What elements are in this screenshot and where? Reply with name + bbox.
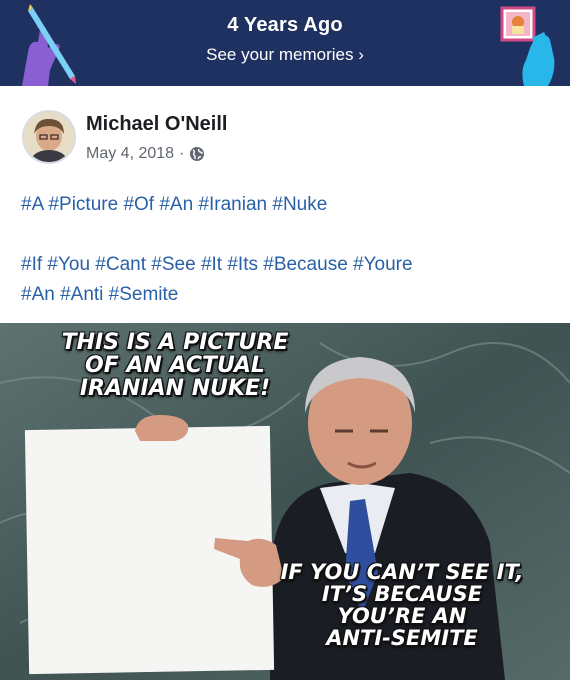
meme-bottom-line-3: YOU’RE AN: [337, 604, 467, 629]
meme-caption-top: THIS IS A PICTURE OF AN ACTUAL IRANIAN N…: [45, 331, 305, 400]
meme-bottom-line-2: IT’S BECAUSE: [321, 582, 483, 607]
post-meta: May 4, 2018 ·: [86, 145, 205, 163]
meta-separator: ·: [179, 145, 185, 162]
meme-top-line-2: OF AN ACTUAL: [85, 353, 265, 379]
see-memories-link[interactable]: See your memories ›: [0, 45, 570, 65]
post-text: #A #Picture #Of #An #Iranian #Nuke #If #…: [0, 190, 570, 310]
meme-bottom-line-1: IF YOU CAN’T SEE IT,: [280, 560, 524, 584]
memories-banner[interactable]: 4 Years Ago See your memories ›: [0, 0, 570, 86]
meme-top-line-3: IRANIAN NUKE!: [79, 376, 271, 402]
photo-hand-illustration: [500, 6, 555, 86]
avatar[interactable]: [22, 110, 76, 164]
globe-icon[interactable]: [189, 146, 205, 162]
post-paragraph-2-line-1: #If #You #Cant #See #It #Its #Because #Y…: [21, 254, 413, 275]
post-header: Michael O'Neill May 4, 2018 ·: [0, 86, 570, 184]
memories-title: 4 Years Ago: [227, 14, 343, 36]
meme-caption-bottom: IF YOU CAN’T SEE IT, IT’S BECAUSE YOU’RE…: [272, 561, 532, 649]
pencil-hand-illustration: [22, 4, 76, 86]
meme-bottom-line-4: ANTI-SEMITE: [326, 626, 478, 651]
meme-image[interactable]: THIS IS A PICTURE OF AN ACTUAL IRANIAN N…: [0, 323, 570, 680]
meme-top-line-1: THIS IS A PICTURE: [61, 330, 289, 355]
profile-photo: [24, 112, 74, 162]
post-paragraph-1: #A #Picture #Of #An #Iranian #Nuke: [21, 194, 328, 215]
post-date[interactable]: May 4, 2018: [86, 145, 174, 163]
post-paragraph-2-line-2: #An #Anti #Semite: [21, 284, 179, 305]
post-author-name[interactable]: Michael O'Neill: [86, 113, 227, 136]
